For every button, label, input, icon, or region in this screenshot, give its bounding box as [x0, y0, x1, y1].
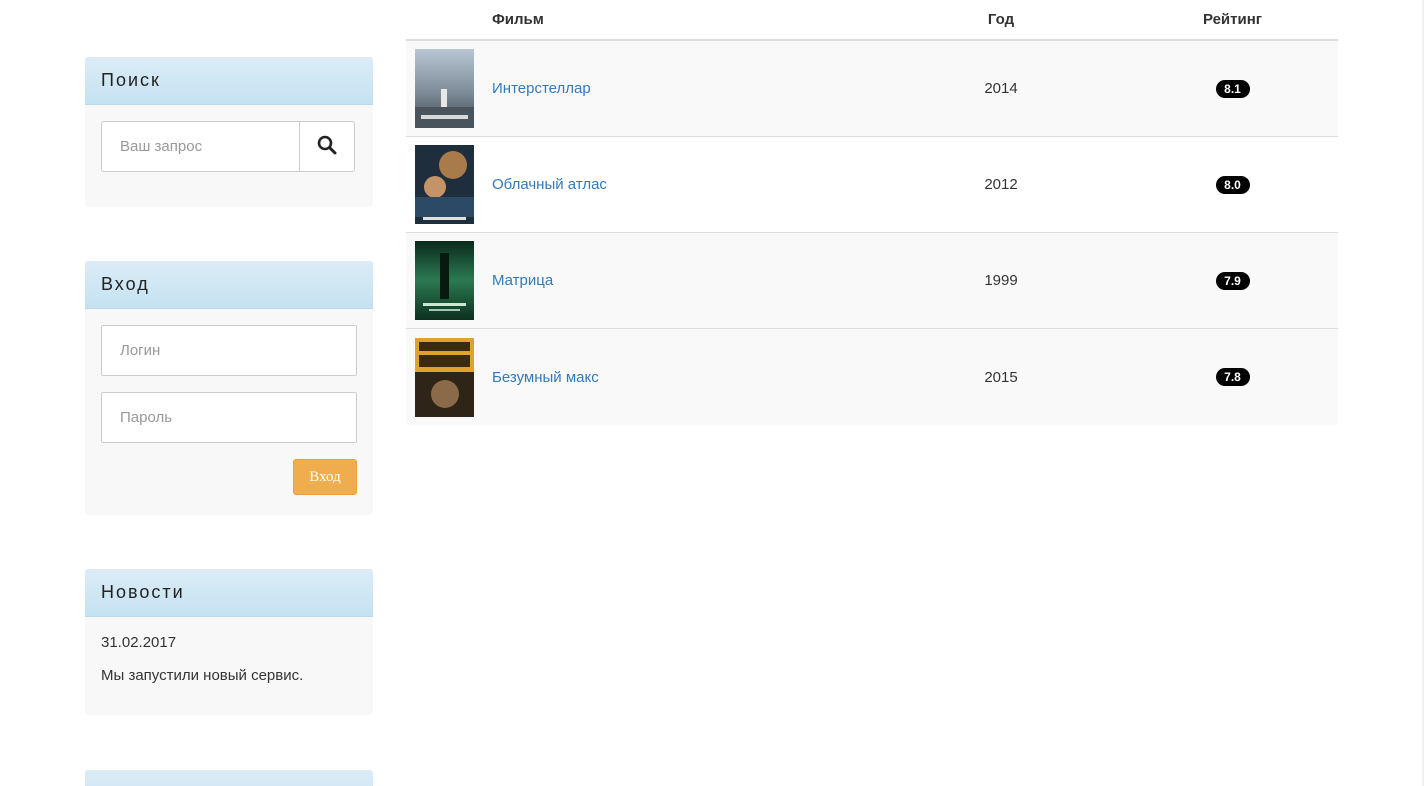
rating-badge: 7.9: [1215, 271, 1250, 290]
film-title-link[interactable]: Безумный макс: [492, 369, 599, 386]
news-panel-title: Новости: [85, 569, 373, 617]
login-panel: Вход Вход: [85, 261, 373, 515]
search-group: [101, 121, 355, 172]
search-input[interactable]: [101, 121, 299, 172]
news-date: 31.02.2017: [101, 634, 177, 651]
film-poster[interactable]: [415, 145, 474, 224]
film-poster[interactable]: [415, 337, 474, 417]
news-text: Мы запустили новый сервис.: [101, 667, 304, 684]
table-row: Безумный макс 2015 7.8: [406, 329, 1338, 425]
rating-badge: 8.1: [1215, 79, 1250, 98]
extra-panel: [85, 770, 373, 786]
poster-image: [415, 145, 474, 224]
search-panel-title: Поиск: [85, 57, 373, 105]
table-row: Интерстеллар 2014 8.1: [406, 41, 1338, 137]
poster-image: [415, 241, 474, 320]
film-title-link[interactable]: Матрица: [492, 272, 553, 289]
rating-badge: 7.8: [1215, 368, 1250, 386]
films-table-header: Фильм Год Рейтинг: [406, 0, 1338, 41]
search-panel: Поиск: [85, 57, 373, 207]
login-input[interactable]: [101, 325, 357, 376]
search-button[interactable]: [299, 121, 355, 172]
header-year: Год: [987, 11, 1015, 28]
film-year: 2014: [984, 80, 1018, 97]
film-year: 2015: [984, 368, 1018, 386]
film-poster[interactable]: [415, 49, 474, 128]
password-input[interactable]: [101, 392, 357, 443]
film-year: 1999: [984, 272, 1018, 289]
table-row: Облачный атлас 2012 8.0: [406, 137, 1338, 233]
page: Поиск Вход Вход: [0, 0, 1424, 786]
login-button[interactable]: Вход: [293, 459, 357, 495]
news-panel: Новости 31.02.2017 Мы запустили новый се…: [85, 569, 373, 715]
poster-image: [415, 49, 474, 128]
login-panel-title: Вход: [85, 261, 373, 309]
header-film: Фильм: [492, 11, 544, 28]
films-table: Фильм Год Рейтинг Интерстеллар 2014 8.1 …: [406, 0, 1338, 425]
search-icon: [317, 135, 337, 158]
poster-image: [415, 337, 474, 417]
header-rating: Рейтинг: [1202, 11, 1263, 28]
table-row: Матрица 1999 7.9: [406, 233, 1338, 329]
film-poster[interactable]: [415, 241, 474, 320]
film-title-link[interactable]: Интерстеллар: [492, 80, 591, 97]
extra-panel-header: [85, 770, 373, 786]
film-title-link[interactable]: Облачный атлас: [492, 176, 607, 193]
rating-badge: 8.0: [1215, 175, 1250, 194]
film-year: 2012: [984, 176, 1018, 193]
